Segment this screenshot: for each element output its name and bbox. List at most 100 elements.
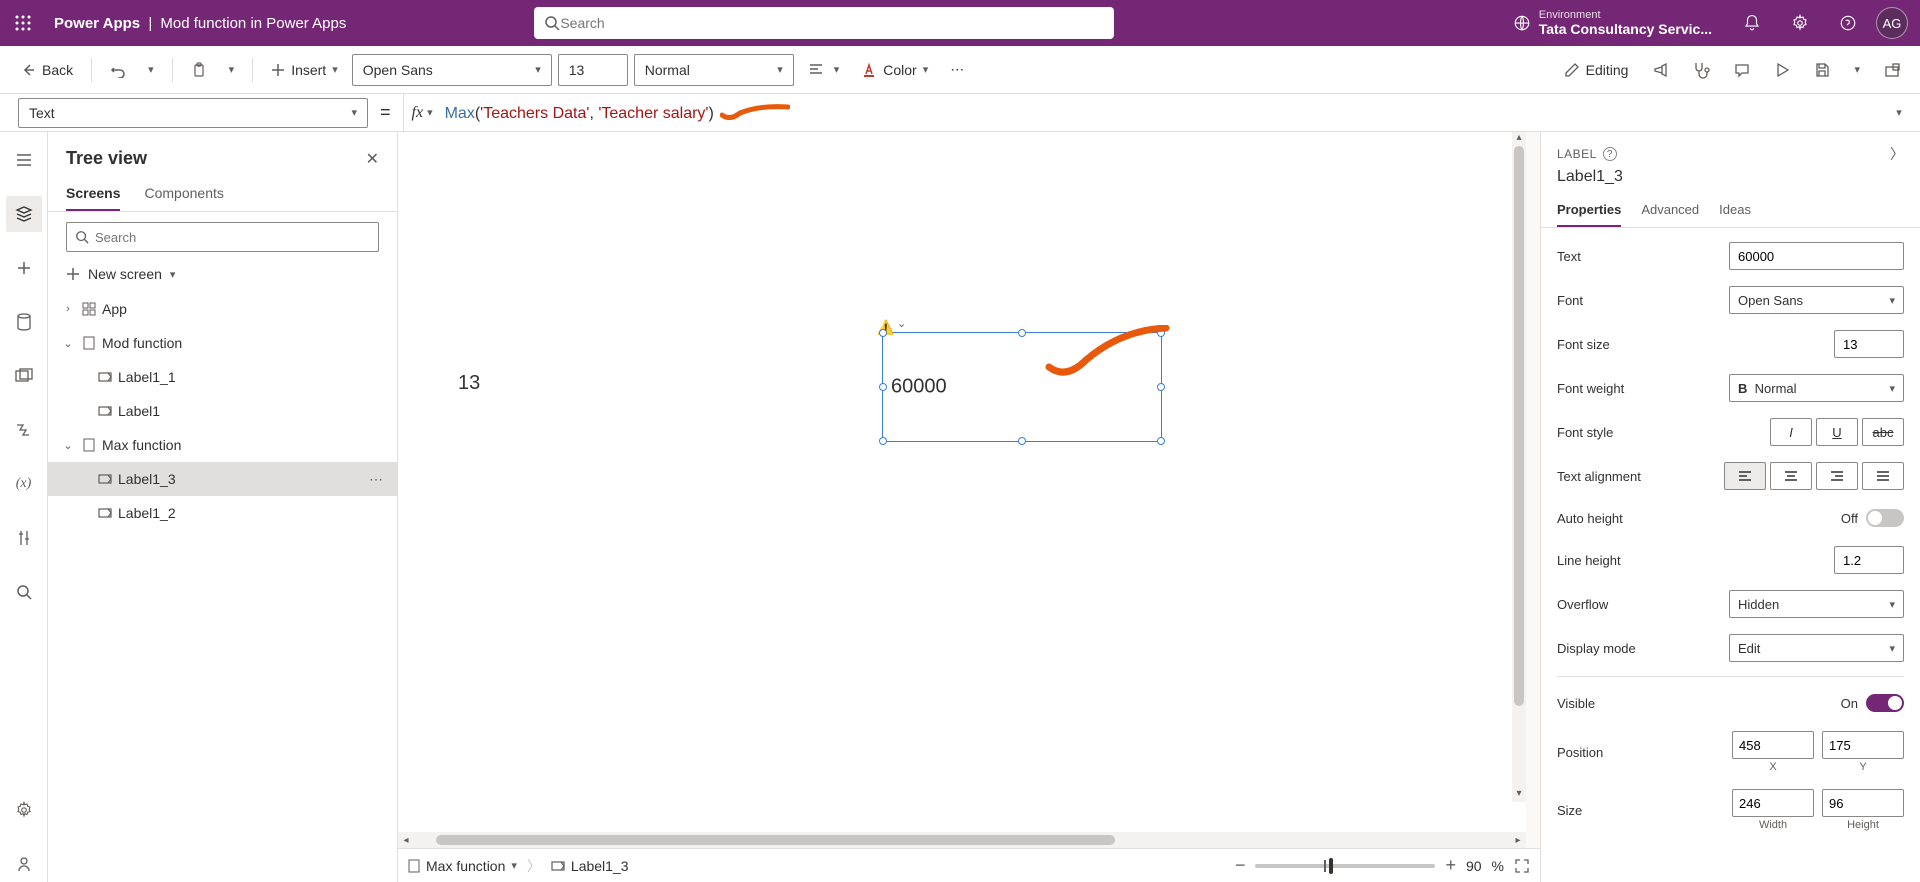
chevron-right-icon[interactable]: ›	[60, 303, 76, 315]
font-size-input[interactable]: 13	[558, 54, 628, 86]
align-right-button[interactable]	[1816, 462, 1858, 490]
insert-button[interactable]: Insert ▾	[263, 56, 346, 84]
tree-node-mod-function[interactable]: ⌄ Mod function	[48, 326, 397, 360]
canvas-label-13[interactable]: 13	[458, 372, 480, 395]
prop-x-input[interactable]	[1732, 731, 1814, 759]
canvas[interactable]: 13 ⚠️ ⌄ 60000 ▴ ▾	[398, 132, 1526, 832]
breadcrumb-screen[interactable]: Max function ▾	[408, 858, 517, 874]
rail-search[interactable]	[6, 574, 42, 610]
rail-hamburger[interactable]	[6, 142, 42, 178]
resize-handle[interactable]	[879, 329, 887, 337]
formula-input[interactable]: Max('Teachers Data', 'Teacher salary')	[441, 103, 1878, 123]
scroll-up-icon[interactable]: ▴	[1512, 132, 1526, 146]
comments-button[interactable]	[1726, 56, 1758, 84]
prop-fontweight-select[interactable]: B Normal▾	[1729, 374, 1904, 402]
rail-virtual-agent[interactable]	[6, 846, 42, 882]
avatar[interactable]: AG	[1876, 7, 1908, 39]
share-button[interactable]	[1644, 56, 1676, 84]
panel-collapse-button[interactable]: 〉	[1890, 144, 1904, 164]
prop-font-select[interactable]: Open Sans▾	[1729, 286, 1904, 314]
rail-data[interactable]	[6, 304, 42, 340]
preview-button[interactable]	[1766, 56, 1798, 84]
new-screen-button[interactable]: New screen ▾	[48, 258, 397, 292]
rail-tools[interactable]	[6, 520, 42, 556]
strikethrough-button[interactable]: abc	[1862, 418, 1904, 446]
tree-node-label1[interactable]: Label1	[48, 394, 397, 428]
chevron-down-icon[interactable]: ⌄	[60, 337, 76, 350]
save-dropdown[interactable]: ▾	[1846, 57, 1868, 82]
prop-width-input[interactable]	[1732, 789, 1814, 817]
help-button[interactable]	[1828, 3, 1868, 43]
tree-node-label1-3[interactable]: Label1_3 ⋯	[48, 462, 397, 496]
resize-handle[interactable]	[879, 437, 887, 445]
italic-button[interactable]: I	[1770, 418, 1812, 446]
tab-properties[interactable]: Properties	[1557, 194, 1621, 227]
fx-indicator[interactable]: fx▾	[403, 94, 441, 131]
rail-variables[interactable]: (x)	[6, 466, 42, 502]
tab-ideas[interactable]: Ideas	[1719, 194, 1751, 227]
resize-handle[interactable]	[1018, 437, 1026, 445]
autoheight-toggle[interactable]	[1866, 509, 1904, 527]
property-selector[interactable]: Text▾	[18, 98, 368, 128]
publish-button[interactable]	[1876, 56, 1908, 84]
paste-button[interactable]	[183, 56, 215, 84]
align-justify-button[interactable]	[1862, 462, 1904, 490]
app-launcher-icon[interactable]	[0, 0, 46, 46]
color-button[interactable]: Color ▾	[853, 56, 936, 84]
scroll-left-icon[interactable]: ◂	[398, 835, 414, 846]
tree-item-more-button[interactable]: ⋯	[363, 471, 389, 488]
rail-insert[interactable]	[6, 250, 42, 286]
paste-dropdown[interactable]: ▾	[221, 57, 243, 82]
prop-y-input[interactable]	[1822, 731, 1904, 759]
tree-node-app[interactable]: › App	[48, 292, 397, 326]
font-family-select[interactable]: Open Sans▾	[352, 54, 552, 86]
underline-button[interactable]: U	[1816, 418, 1858, 446]
save-button[interactable]	[1806, 56, 1838, 84]
search-input[interactable]	[560, 15, 1104, 31]
rail-tree-view[interactable]	[6, 196, 42, 232]
tree-node-label1-2[interactable]: Label1_2	[48, 496, 397, 530]
formula-expand-button[interactable]: ▾	[1878, 106, 1920, 119]
undo-button[interactable]	[102, 56, 134, 84]
environment-picker[interactable]: Environment Tata Consultancy Servic...	[1513, 9, 1724, 37]
fit-to-window-button[interactable]	[1514, 858, 1530, 874]
zoom-in-button[interactable]: +	[1445, 855, 1456, 876]
canvas-vertical-scrollbar[interactable]: ▴ ▾	[1512, 132, 1526, 802]
tab-advanced[interactable]: Advanced	[1641, 194, 1699, 227]
prop-lineheight-input[interactable]	[1834, 546, 1904, 574]
align-left-button[interactable]	[1724, 462, 1766, 490]
prop-displaymode-select[interactable]: Edit▾	[1729, 634, 1904, 662]
tree-search[interactable]	[66, 222, 379, 252]
resize-handle[interactable]	[1018, 329, 1026, 337]
editing-mode-button[interactable]: Editing	[1556, 56, 1637, 84]
align-center-button[interactable]	[1770, 462, 1812, 490]
back-button[interactable]: Back	[12, 56, 81, 84]
overflow-button[interactable]: ⋯	[942, 55, 972, 84]
prop-text-input[interactable]	[1729, 242, 1904, 270]
tree-node-label1-1[interactable]: Label1_1	[48, 360, 397, 394]
zoom-slider[interactable]	[1255, 864, 1435, 868]
font-weight-select[interactable]: Normal▾	[634, 54, 794, 86]
tree-search-input[interactable]	[95, 230, 370, 245]
prop-fontsize-input[interactable]	[1834, 330, 1904, 358]
selected-control[interactable]: ⚠️ ⌄ 60000	[882, 332, 1162, 442]
breadcrumb-control[interactable]: Label1_3	[551, 858, 629, 874]
chevron-down-icon[interactable]: ⌄	[60, 439, 76, 452]
settings-button[interactable]	[1780, 3, 1820, 43]
rail-power-automate[interactable]	[6, 412, 42, 448]
canvas-horizontal-scrollbar[interactable]: ◂ ▸	[398, 832, 1526, 848]
notifications-button[interactable]	[1732, 3, 1772, 43]
prop-overflow-select[interactable]: Hidden▾	[1729, 590, 1904, 618]
zoom-out-button[interactable]: −	[1235, 855, 1246, 876]
align-button[interactable]: ▾	[800, 56, 848, 84]
scrollbar-thumb[interactable]	[436, 835, 1116, 845]
global-search[interactable]	[534, 7, 1114, 39]
tree-close-button[interactable]: ✕	[366, 149, 379, 169]
undo-dropdown[interactable]: ▾	[140, 57, 162, 82]
scrollbar-thumb[interactable]	[1514, 146, 1524, 706]
rail-settings[interactable]	[6, 792, 42, 828]
visible-toggle[interactable]	[1866, 694, 1904, 712]
app-checker-button[interactable]	[1684, 55, 1718, 85]
tab-screens[interactable]: Screens	[66, 177, 120, 211]
info-icon[interactable]: ?	[1603, 147, 1617, 161]
